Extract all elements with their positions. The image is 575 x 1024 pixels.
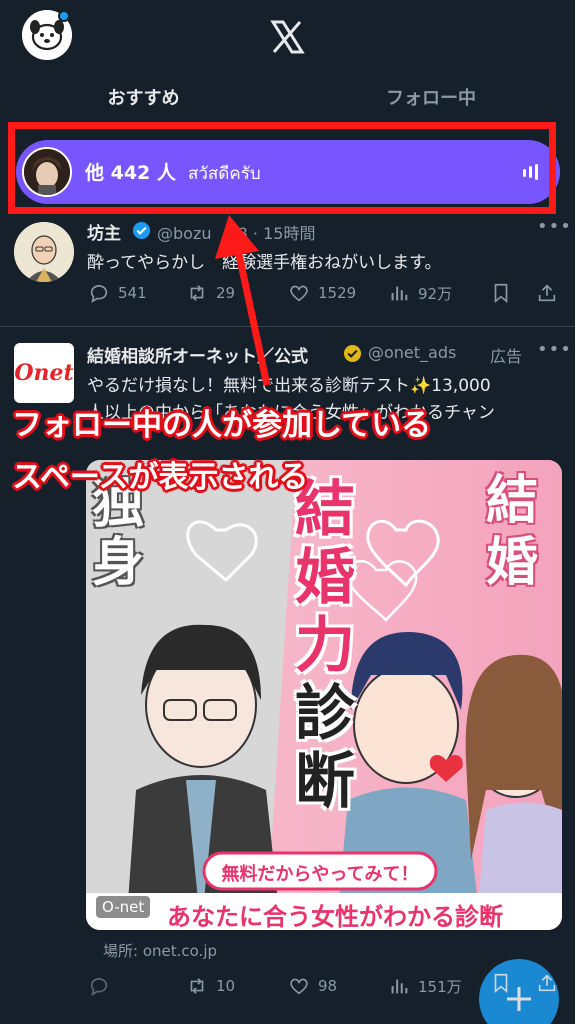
tab-recommended-label: おすすめ (107, 88, 180, 109)
ad-label: 広告 (490, 347, 523, 366)
reply-icon (90, 285, 108, 303)
ad-banner-bottom: あなたに合う女性がわかる診断 (167, 903, 503, 931)
tab-recommended[interactable]: おすすめ (0, 72, 287, 122)
views-icon (391, 979, 408, 994)
ad-watermark: O-net (96, 896, 151, 918)
notification-dot (58, 10, 70, 22)
tweet-text-part: 酔ってやらかし (87, 253, 206, 273)
reply-button[interactable] (88, 975, 110, 997)
ad-text-marriage: 結 婚 (486, 471, 539, 593)
retweet-icon (190, 978, 204, 994)
tweet-handle[interactable]: @bozu (157, 224, 211, 243)
verified-badge-icon (132, 221, 151, 240)
views-count: 151万 (418, 977, 462, 996)
views-button[interactable]: 92万 (388, 282, 452, 304)
annotation-line-2: スペースが表示される (12, 460, 309, 495)
bookmark-icon (494, 973, 508, 994)
retweet-button[interactable]: 10 (186, 975, 235, 997)
more-options-icon[interactable]: ••• (537, 339, 572, 360)
retweet-count: 10 (216, 977, 236, 995)
reply-count: 541 (118, 284, 147, 302)
share-button[interactable] (536, 972, 558, 994)
ad-banner-top: 無料だからやってみて！ (221, 864, 419, 885)
retweet-icon (190, 285, 204, 301)
ad-text-center: 結 婚 力 診 断 (295, 475, 355, 817)
views-count: 92万 (418, 284, 453, 303)
tab-following[interactable]: フォロー中 (287, 72, 575, 122)
bookmark-button[interactable] (490, 282, 512, 304)
gold-verified-badge-icon (343, 344, 362, 363)
annotation-highlight-box (8, 122, 556, 214)
like-button[interactable]: 98 (288, 975, 337, 997)
ad-handle[interactable]: @onet_ads (368, 343, 456, 362)
views-button[interactable]: 151万 (388, 975, 462, 997)
share-button[interactable] (536, 282, 558, 304)
bookmark-button[interactable] (490, 972, 512, 994)
ad-author-avatar[interactable]: Onet (14, 343, 74, 403)
like-count: 98 (318, 977, 338, 995)
onet-logo: Onet (14, 360, 74, 386)
share-icon (538, 284, 556, 302)
annotation-arrow-icon (215, 215, 271, 386)
ad-location[interactable]: 場所: onet.co.jp (103, 940, 217, 961)
like-count: 1529 (318, 284, 357, 302)
more-options-icon[interactable]: ••• (537, 216, 572, 237)
annotation-line-1: フォロー中の人が参加している (12, 408, 432, 443)
share-icon (538, 974, 556, 992)
monk-avatar-icon (14, 222, 74, 282)
reply-icon (90, 978, 108, 996)
bookmark-icon (494, 283, 508, 304)
x-logo-icon (262, 12, 312, 62)
tweet-author-name[interactable]: 坊主 (87, 219, 121, 244)
like-button[interactable]: 1529 (288, 282, 356, 304)
heart-icon (290, 978, 308, 995)
tweet-author-avatar[interactable] (14, 222, 74, 282)
reply-button[interactable]: 541 (88, 282, 147, 304)
tab-following-label: フォロー中 (386, 88, 476, 109)
views-icon (391, 286, 408, 301)
